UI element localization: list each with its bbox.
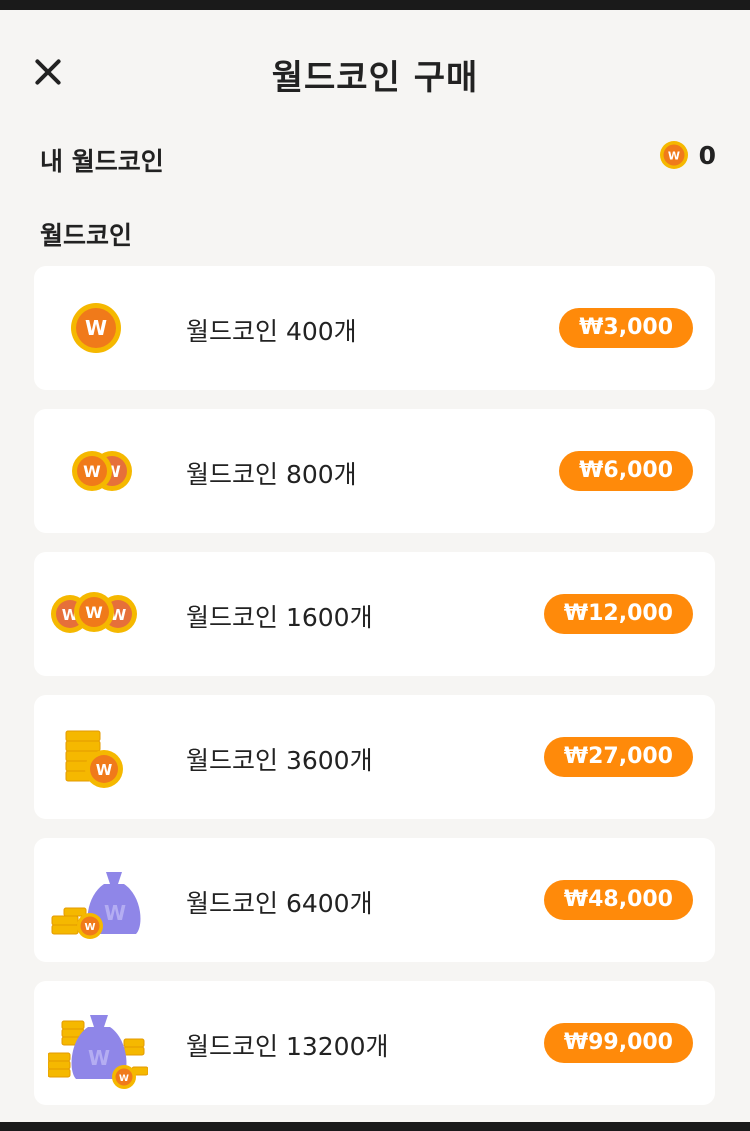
product-card-6400[interactable]: W W 월드코인 6400개 ₩48,000 bbox=[34, 838, 715, 962]
price-button[interactable]: ₩48,000 bbox=[543, 880, 693, 920]
coin-symbol: W bbox=[96, 761, 113, 779]
coin-symbol: W bbox=[119, 1074, 129, 1084]
section-title: 월드코인 bbox=[40, 221, 133, 250]
product-card-1600[interactable]: W W W 월드코인 1600개 ₩12,000 bbox=[34, 552, 715, 676]
product-card-13200[interactable]: W W 월드코인 13200개 ₩99,000 bbox=[34, 981, 715, 1105]
coin-bag-stack-icon: W W bbox=[47, 993, 149, 1093]
coin-symbol: W bbox=[668, 150, 680, 163]
price-button[interactable]: ₩6,000 bbox=[559, 451, 693, 491]
status-bar bbox=[0, 0, 750, 10]
coin-balance: W 0 bbox=[659, 140, 716, 170]
coin-icon: W bbox=[659, 141, 688, 169]
three-coins-icon: W W W bbox=[48, 564, 148, 664]
product-label: 월드코인 3600개 bbox=[186, 746, 373, 775]
product-label: 월드코인 1600개 bbox=[186, 603, 373, 632]
two-coins-icon: W W bbox=[48, 421, 148, 521]
product-card-3600[interactable]: W 월드코인 3600개 ₩27,000 bbox=[34, 695, 715, 819]
price-button[interactable]: ₩99,000 bbox=[543, 1023, 693, 1063]
coin-symbol: W bbox=[104, 901, 126, 925]
coin-symbol: W bbox=[88, 1046, 110, 1070]
single-coin-icon: W bbox=[48, 278, 148, 378]
page-title: 월드코인 구매 bbox=[271, 58, 479, 98]
coin-symbol: W bbox=[85, 316, 107, 340]
coin-stack-icon: W bbox=[48, 707, 148, 807]
coin-symbol: W bbox=[84, 922, 95, 933]
coin-count: 0 bbox=[698, 140, 716, 170]
price-button[interactable]: ₩3,000 bbox=[559, 308, 693, 348]
product-card-800[interactable]: W W 월드코인 800개 ₩6,000 bbox=[34, 409, 715, 533]
product-label: 월드코인 400개 bbox=[186, 317, 357, 346]
product-label: 월드코인 13200개 bbox=[186, 1032, 389, 1061]
price-button[interactable]: ₩27,000 bbox=[543, 737, 693, 777]
navigation-bar bbox=[0, 1122, 750, 1131]
product-label: 월드코인 800개 bbox=[186, 460, 357, 489]
product-card-400[interactable]: W 월드코인 400개 ₩3,000 bbox=[34, 266, 715, 390]
coin-bag-icon: W W bbox=[48, 850, 148, 950]
product-label: 월드코인 6400개 bbox=[186, 889, 373, 918]
coin-symbol: W bbox=[85, 603, 103, 622]
balance-label: 내 월드코인 bbox=[40, 147, 164, 176]
coin-symbol: W bbox=[83, 462, 101, 481]
price-button[interactable]: ₩12,000 bbox=[543, 594, 693, 634]
